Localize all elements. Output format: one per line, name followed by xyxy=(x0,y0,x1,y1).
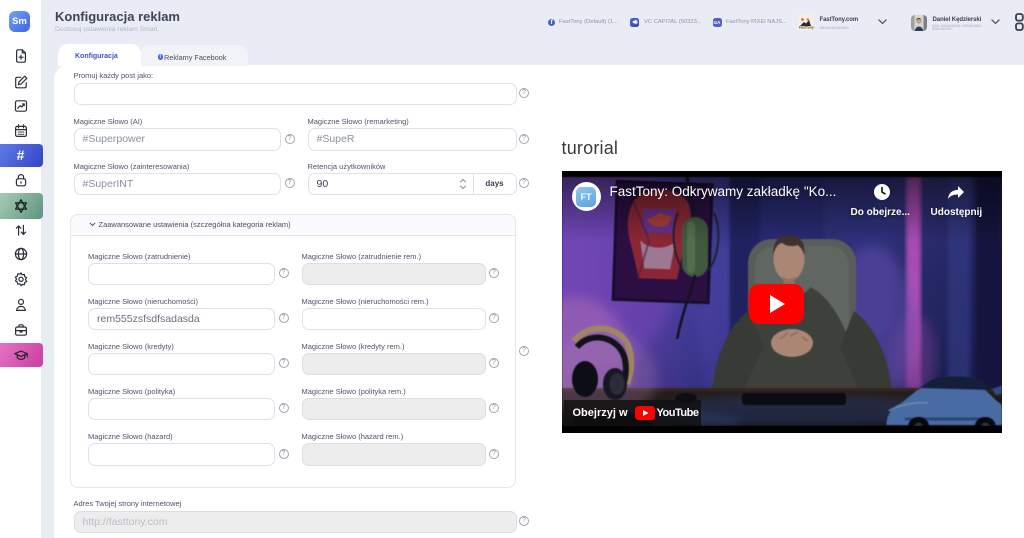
svg-text:FastTony: FastTony xyxy=(799,26,814,30)
